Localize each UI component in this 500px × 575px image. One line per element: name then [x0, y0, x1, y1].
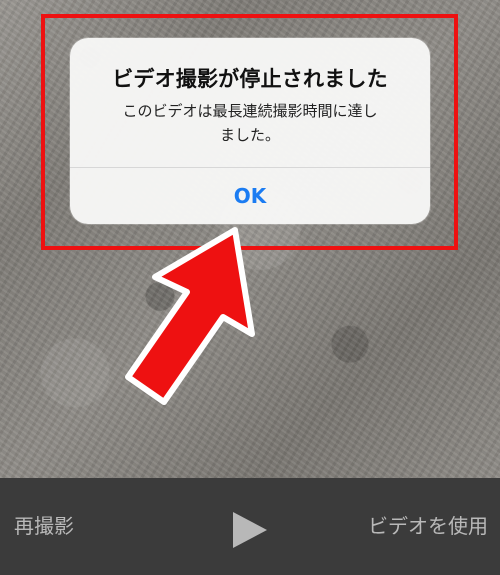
use-video-button[interactable]: ビデオを使用 — [338, 508, 488, 544]
alert-dialog: ビデオ撮影が停止されました このビデオは最長連続撮影時間に達しました。 OK — [70, 38, 430, 224]
play-button[interactable] — [225, 502, 275, 552]
bottom-bar: 再撮影 ビデオを使用 — [0, 478, 500, 575]
alert-message: このビデオは最長連続撮影時間に達しました。 — [122, 102, 378, 144]
alert-title: ビデオ撮影が停止されました — [112, 67, 388, 91]
retake-button[interactable]: 再撮影 — [14, 508, 100, 544]
ok-button[interactable]: OK — [70, 168, 430, 224]
play-icon — [233, 511, 267, 548]
